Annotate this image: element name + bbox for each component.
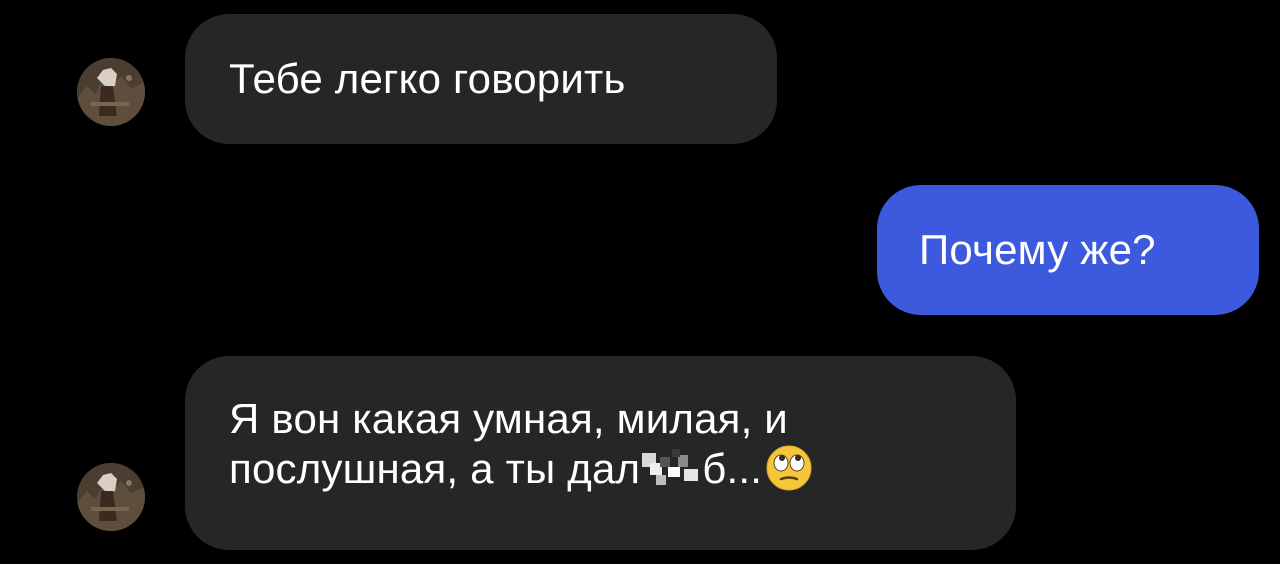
message-text-segment: б... [702, 445, 763, 492]
incoming-message[interactable]: Я вон какая умная, милая, и послушная, а… [185, 356, 1016, 550]
contact-avatar[interactable] [77, 58, 145, 126]
message-text-line-1: Я вон какая умная, милая, и [229, 395, 788, 442]
rolling-eyes-emoji-icon [766, 445, 812, 491]
chat-thread: Тебе легко говорить Почему же? Я вон как… [0, 0, 1280, 564]
message-text-segment: послушная, а ты дал [229, 445, 641, 492]
outgoing-message[interactable]: Почему же? [877, 185, 1259, 315]
avatar-photo-icon [77, 463, 145, 531]
avatar-photo-icon [77, 58, 145, 126]
incoming-message[interactable]: Тебе легко говорить [185, 14, 777, 144]
message-text: Почему же? [919, 226, 1156, 273]
message-text: Тебе легко говорить [229, 55, 626, 102]
message-text-line-2: послушная, а ты дал б... [229, 444, 1016, 494]
contact-avatar[interactable] [77, 463, 145, 531]
censored-word-blur [642, 449, 700, 489]
